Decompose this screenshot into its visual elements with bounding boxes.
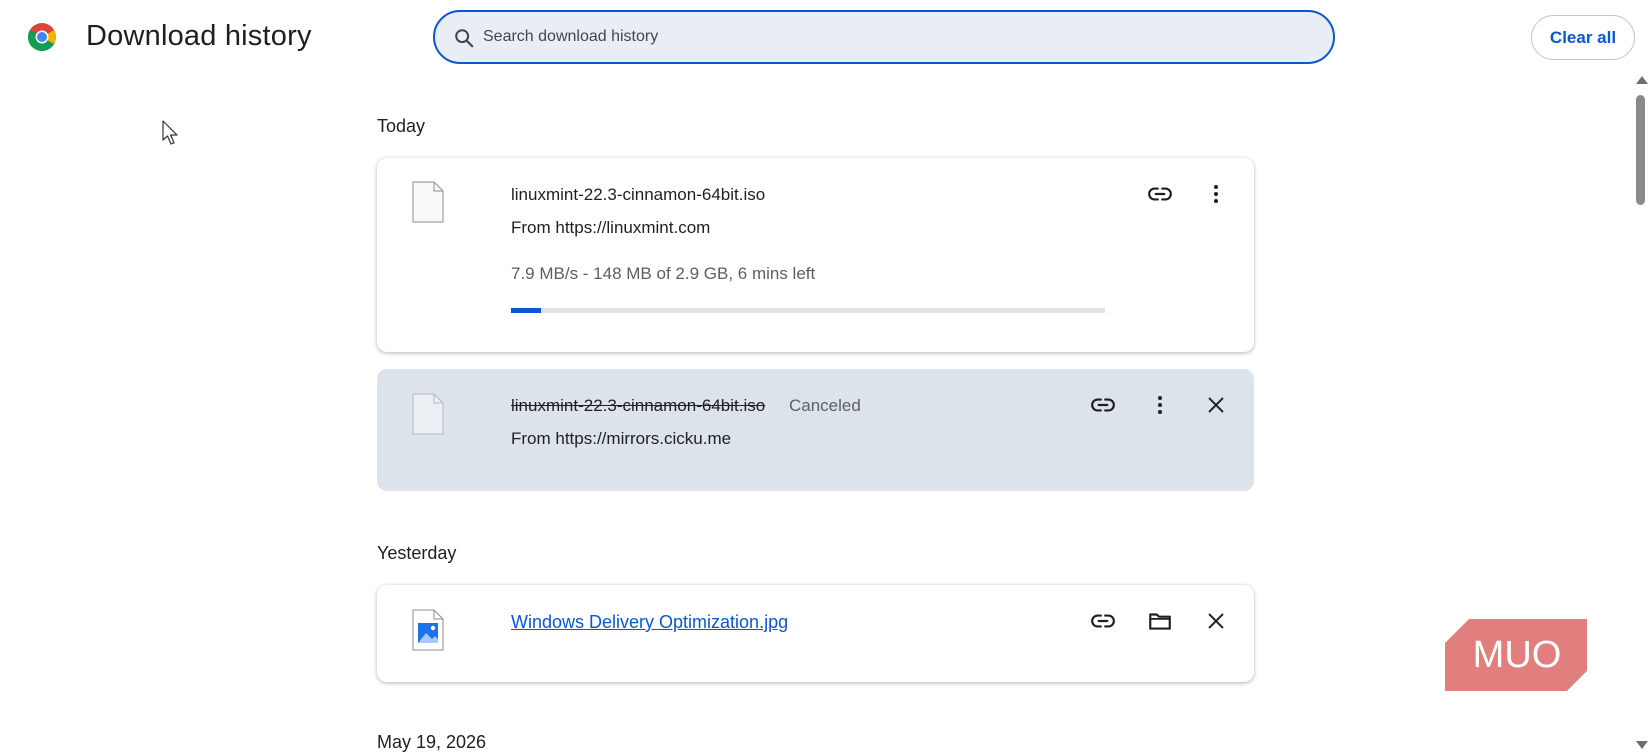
search-box[interactable] [433, 10, 1335, 64]
status-badge: Canceled [789, 396, 861, 415]
link-icon [1148, 187, 1172, 201]
remove-from-list-button[interactable] [1200, 605, 1232, 637]
scroll-down-arrow-icon[interactable] [1636, 741, 1648, 749]
source-url: From https://mirrors.cicku.me [511, 429, 732, 448]
link-icon [1091, 398, 1115, 412]
file-icon [412, 181, 444, 223]
more-actions-button[interactable] [1200, 178, 1232, 210]
progress-bar [511, 308, 1105, 313]
section-title-yesterday: Yesterday [377, 543, 457, 563]
scroll-up-arrow-icon[interactable] [1636, 76, 1648, 84]
section-title-today: Today [377, 116, 426, 136]
file-name-link[interactable]: Windows Delivery Optimization.jpg [511, 612, 788, 633]
link-icon [1091, 614, 1115, 628]
download-item: Windows Delivery Optimization.jpg [377, 585, 1254, 682]
file-icon [412, 393, 444, 435]
search-input[interactable] [483, 12, 1303, 62]
watermark-text: MUO [1473, 634, 1562, 676]
copy-link-button[interactable] [1144, 178, 1176, 210]
remove-from-list-button[interactable] [1200, 389, 1232, 421]
section-title-date: May 19, 2026 [377, 732, 487, 752]
page-header: Download history Clear all [0, 0, 1650, 76]
copy-link-button[interactable] [1087, 605, 1119, 637]
progress-bar-fill [511, 308, 541, 313]
chrome-logo-icon [28, 23, 56, 51]
scroll-thumb[interactable] [1636, 95, 1645, 205]
file-name: linuxmint-22.3-cinnamon-64bit.iso [511, 396, 766, 415]
close-icon [1208, 613, 1224, 629]
folder-icon [1149, 613, 1171, 630]
download-item-canceled: linuxmint-22.3-cinnamon-64bit.iso Cancel… [377, 369, 1254, 491]
page-title: Download history [86, 20, 312, 52]
search-icon [455, 29, 474, 48]
copy-link-button[interactable] [1087, 389, 1119, 421]
page-scrollbar[interactable] [1632, 76, 1650, 755]
mouse-cursor-icon [162, 120, 178, 145]
image-file-icon [412, 609, 444, 651]
source-url: From https://linuxmint.com [511, 218, 711, 237]
download-item: linuxmint-22.3-cinnamon-64bit.iso From h… [377, 158, 1254, 352]
progress-status: 7.9 MB/s - 148 MB of 2.9 GB, 6 mins left [511, 264, 816, 283]
clear-all-button[interactable]: Clear all [1531, 15, 1635, 60]
more-vert-icon [1214, 185, 1218, 203]
more-vert-icon [1158, 396, 1162, 414]
muo-watermark-logo: MUO [1445, 619, 1587, 691]
file-name[interactable]: linuxmint-22.3-cinnamon-64bit.iso [511, 185, 765, 205]
close-icon [1208, 397, 1224, 413]
show-in-folder-button[interactable] [1144, 605, 1176, 637]
more-actions-button[interactable] [1144, 389, 1176, 421]
